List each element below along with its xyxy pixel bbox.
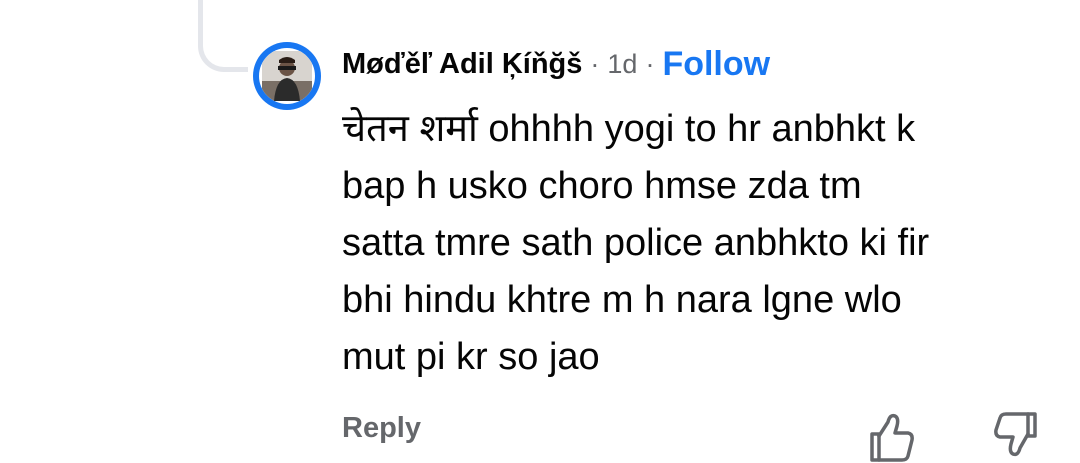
avatar-photo-icon xyxy=(262,51,312,101)
reply-thread-connector xyxy=(198,0,248,72)
comment-timestamp[interactable]: 1d xyxy=(607,49,637,80)
dot-separator-2: · xyxy=(645,48,655,79)
avatar-photo xyxy=(259,48,315,104)
author-name[interactable]: Møďěľ Adil Ķíňğš xyxy=(342,48,582,81)
thumbs-down-icon[interactable] xyxy=(990,410,1042,462)
thumbs-up-icon[interactable] xyxy=(866,410,918,462)
comment-screen: Møďěľ Adil Ķíňğš · 1d · Follow चेतन शर्म… xyxy=(0,0,1080,463)
comment-header: Møďěľ Adil Ķíňğš · 1d · Follow xyxy=(342,42,770,86)
reply-button[interactable]: Reply xyxy=(342,412,421,445)
comment-text: चेतन शर्मा ohhhh yogi to hr anbhkt k bap… xyxy=(342,108,930,378)
dot-separator: · xyxy=(590,48,600,79)
follow-button[interactable]: Follow xyxy=(662,45,770,84)
avatar[interactable] xyxy=(253,42,321,110)
